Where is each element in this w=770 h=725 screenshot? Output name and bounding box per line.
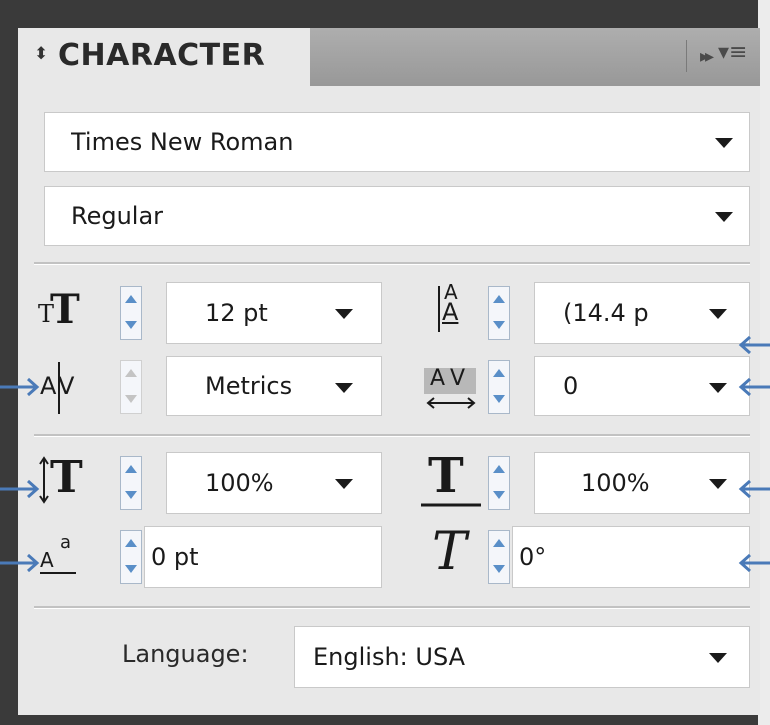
language-value: English: USA (313, 643, 466, 671)
chevron-down-icon[interactable] (709, 383, 727, 393)
tracking-icon: A V (424, 362, 478, 418)
kerning-value: Metrics (205, 372, 293, 400)
panel-menu-icon[interactable]: ▾≡ (718, 40, 747, 65)
vertical-scale-value: 100% (205, 469, 274, 497)
chevron-down-icon[interactable] (715, 138, 733, 148)
decrement-arrow-icon[interactable] (490, 388, 508, 412)
horizontal-scale-value: 100% (581, 469, 650, 497)
annotation-arrow-tracking (738, 377, 770, 397)
decrement-arrow-icon[interactable] (122, 558, 140, 582)
chevron-down-icon[interactable] (715, 212, 733, 222)
skew-value: 0° (519, 543, 547, 571)
divider (34, 434, 750, 437)
annotation-arrow-kerning (0, 377, 40, 397)
increment-arrow-icon[interactable] (490, 458, 508, 482)
language-label: Language: (122, 640, 249, 668)
chevron-down-icon[interactable] (335, 309, 353, 319)
font-size-value: 12 pt (205, 299, 268, 327)
chevron-down-icon[interactable] (709, 309, 727, 319)
increment-arrow-icon[interactable] (122, 458, 140, 482)
tracking-stepper[interactable] (488, 360, 510, 414)
font-family-dropdown[interactable]: Times New Roman (44, 112, 750, 172)
skew-icon: T (432, 522, 467, 582)
font-style-value: Regular (71, 202, 164, 230)
decrement-arrow-icon[interactable] (122, 484, 140, 508)
leading-stepper[interactable] (488, 286, 510, 340)
font-family-value: Times New Roman (71, 128, 294, 156)
decrement-arrow-icon[interactable] (490, 314, 508, 338)
horizontal-scale-dropdown[interactable]: 100% (534, 452, 750, 514)
annotation-arrow-baseline-shift (0, 553, 40, 573)
chevron-down-icon[interactable] (335, 479, 353, 489)
annotation-arrow-leading (738, 335, 770, 355)
decrement-arrow-icon[interactable] (122, 388, 140, 412)
font-size-dropdown[interactable]: 12 pt (166, 282, 382, 344)
tab-divider (686, 40, 687, 72)
skew-field[interactable]: 0° (512, 526, 750, 588)
vertical-scale-stepper[interactable] (120, 456, 142, 510)
kerning-icon: A V (38, 358, 82, 418)
divider (34, 606, 750, 609)
font-style-dropdown[interactable]: Regular (44, 186, 750, 246)
baseline-shift-field[interactable]: 0 pt (144, 526, 382, 588)
horizontal-scale-stepper[interactable] (488, 456, 510, 510)
baseline-shift-icon: A a (40, 530, 84, 584)
leading-dropdown[interactable]: (14.4 p (534, 282, 750, 344)
kerning-stepper[interactable] (120, 360, 142, 414)
annotation-arrow-skew (738, 553, 770, 573)
chevron-down-icon[interactable] (709, 653, 727, 663)
leading-value: (14.4 p (563, 299, 649, 327)
baseline-shift-stepper[interactable] (120, 530, 142, 584)
leading-icon: A A (432, 280, 472, 346)
tracking-value: 0 (563, 372, 579, 400)
annotation-arrow-horizontal-scale (738, 479, 770, 499)
decrement-arrow-icon[interactable] (122, 314, 140, 338)
increment-arrow-icon[interactable] (122, 532, 140, 556)
collapse-panel-icon[interactable]: ▸▸ (700, 46, 714, 67)
chevron-down-icon[interactable] (709, 479, 727, 489)
vertical-scale-dropdown[interactable]: 100% (166, 452, 382, 514)
tracking-dropdown[interactable]: 0 (534, 356, 750, 416)
divider (34, 262, 750, 265)
tab-character[interactable]: ⬍ CHARACTER (18, 28, 310, 86)
panel-title: CHARACTER (58, 38, 266, 73)
horizontal-scale-icon: T (421, 448, 481, 507)
kerning-dropdown[interactable]: Metrics (166, 356, 382, 416)
baseline-shift-value: 0 pt (151, 543, 199, 571)
panel-tab-bar: ⬍ CHARACTER ▸▸ ▾≡ (18, 28, 760, 86)
skew-stepper[interactable] (488, 530, 510, 584)
decrement-arrow-icon[interactable] (490, 558, 508, 582)
font-size-icon: T T (38, 286, 80, 333)
language-dropdown[interactable]: English: USA (294, 626, 750, 688)
character-panel: ⬍ CHARACTER ▸▸ ▾≡ Times New Roman Regula… (18, 28, 760, 715)
font-size-stepper[interactable] (120, 286, 142, 340)
increment-arrow-icon[interactable] (122, 362, 140, 386)
increment-arrow-icon[interactable] (490, 362, 508, 386)
expand-collapse-arrows-icon[interactable]: ⬍ (34, 44, 48, 64)
decrement-arrow-icon[interactable] (490, 484, 508, 508)
increment-arrow-icon[interactable] (490, 532, 508, 556)
increment-arrow-icon[interactable] (490, 288, 508, 312)
vertical-scale-icon: T (38, 452, 88, 508)
chevron-down-icon[interactable] (335, 383, 353, 393)
annotation-arrow-vertical-scale (0, 479, 40, 499)
increment-arrow-icon[interactable] (122, 288, 140, 312)
